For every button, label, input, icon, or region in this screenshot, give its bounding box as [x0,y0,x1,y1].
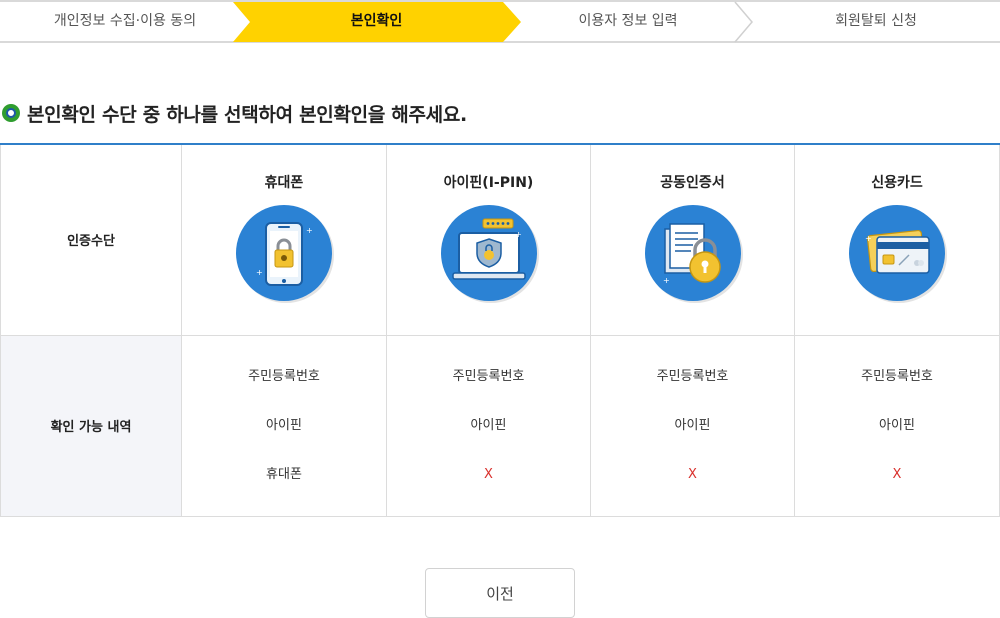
credit-card-icon[interactable]: + [847,203,947,303]
availability-item: 휴대폰 [266,467,302,482]
step-1-label: 개인정보 수집·이용 동의 [53,13,197,29]
method-certificate[interactable]: 공동인증서 + [590,143,795,336]
svg-text:+: + [256,268,263,277]
availability-item: 아이핀 [674,418,711,433]
availability-item: 아이핀 [266,418,302,433]
step-3-label: 이용자 정보 입력 [578,13,678,29]
unavailable-mark: X [484,467,493,482]
method-phone-title: 휴대폰 [264,175,304,191]
method-row-label: 인증수단 [0,143,182,336]
method-phone[interactable]: 휴대폰 + + [181,143,387,336]
availability-item: 주민등록번호 [248,369,320,384]
ipin-availability: 주민등록번호 아이핀 X [386,334,591,517]
heading-text: 본인확인 수단 중 하나를 선택하여 본인확인을 해주세요. [27,103,467,126]
availability-item: 아이핀 [470,418,507,433]
section-heading: 본인확인 수단 중 하나를 선택하여 본인확인을 해주세요. [2,98,467,128]
step-progress-bar: 개인정보 수집·이용 동의 본인확인 이용자 정보 입력 회원탈퇴 신청 [0,0,1000,44]
method-certificate-title: 공동인증서 [660,175,725,191]
availability-item: 주민등록번호 [452,369,525,384]
method-credit-card-title: 신용카드 [871,175,923,191]
step-2-label: 본인확인 [350,13,403,29]
method-ipin-title: 아이핀(I-PIN) [443,175,534,191]
smartphone-lock-icon[interactable]: + + [234,203,334,303]
prev-button[interactable]: 이전 [425,568,575,618]
svg-text:+: + [515,230,522,239]
method-ipin[interactable]: 아이핀(I-PIN) + [386,143,591,336]
availability-row: 확인 가능 내역 주민등록번호 아이핀 휴대폰 주민등록번호 아이핀 X 주민등… [0,334,1000,517]
svg-text:+: + [663,276,670,285]
certificate-availability: 주민등록번호 아이핀 X [590,334,795,517]
credit-card-availability: 주민등록번호 아이핀 X [794,334,1000,517]
auth-method-table: 인증수단 휴대폰 + + 아이핀(I-PIN) + 공동인증서 + 신용카드 +… [0,143,1000,517]
availability-item: 주민등록번호 [861,369,933,384]
unavailable-mark: X [892,467,902,482]
ipin-monitor-shield-icon[interactable]: + [439,203,539,303]
svg-text:+: + [306,226,313,235]
step-4-label: 회원탈퇴 신청 [835,13,917,29]
certificate-lock-icon[interactable]: + [643,203,743,303]
svg-text:+: + [865,234,872,243]
bullet-icon [2,104,20,122]
phone-availability: 주민등록번호 아이핀 휴대폰 [181,334,387,517]
unavailable-mark: X [688,467,697,482]
availability-item: 주민등록번호 [656,369,729,384]
method-row: 인증수단 휴대폰 + + 아이핀(I-PIN) + 공동인증서 + 신용카드 + [0,143,1000,336]
method-credit-card[interactable]: 신용카드 + [794,143,1000,336]
availability-item: 아이핀 [879,418,915,433]
availability-row-label: 확인 가능 내역 [0,334,182,517]
